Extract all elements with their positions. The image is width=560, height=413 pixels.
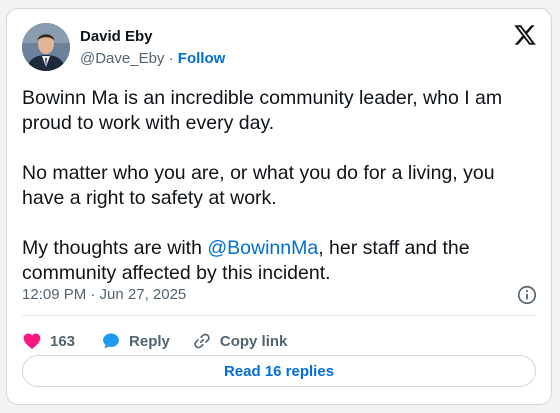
tweet-paragraph-1: Bowinn Ma is an incredible community lea… [22,87,503,134]
author-handle[interactable]: @Dave_Eby [80,50,164,67]
tweet-card: David Eby @Dave_Eby · Follow Bowinn Ma i… [6,8,552,405]
follow-button[interactable]: Follow [178,50,226,67]
link-icon [194,333,210,349]
tweet-paragraph-3: My thoughts are with @BowinnMa, her staf… [22,236,537,286]
heart-icon [23,333,41,349]
paragraph-3-before: My thoughts are with [22,237,208,259]
reply-button[interactable]: Reply [101,331,170,351]
reply-bubble-icon [103,333,119,349]
tweet-text: Bowinn Ma is an incredible community lea… [22,86,537,286]
action-bar: 163 Reply Copy link [22,323,287,359]
avatar[interactable] [22,23,70,71]
handle-separator: · [168,50,174,67]
author-handle-line: @Dave_Eby · Follow [80,50,225,67]
like-button[interactable]: 163 [22,331,75,351]
info-icon[interactable] [516,284,538,306]
read-replies-button[interactable]: Read 16 replies [22,355,536,387]
author-name[interactable]: David Eby [80,28,153,45]
tweet-timestamp[interactable]: 12:09 PM · Jun 27, 2025 [22,286,186,303]
like-count: 163 [50,332,76,350]
x-logo-icon[interactable] [513,23,537,47]
copy-link-button[interactable]: Copy link [192,331,288,351]
mention-link[interactable]: @BowinnMa [207,237,318,259]
tweet-paragraph-2: No matter who you are, or what you do fo… [22,162,495,209]
divider [22,315,536,316]
copy-link-label: Copy link [219,332,288,350]
reply-label: Reply [129,332,170,350]
